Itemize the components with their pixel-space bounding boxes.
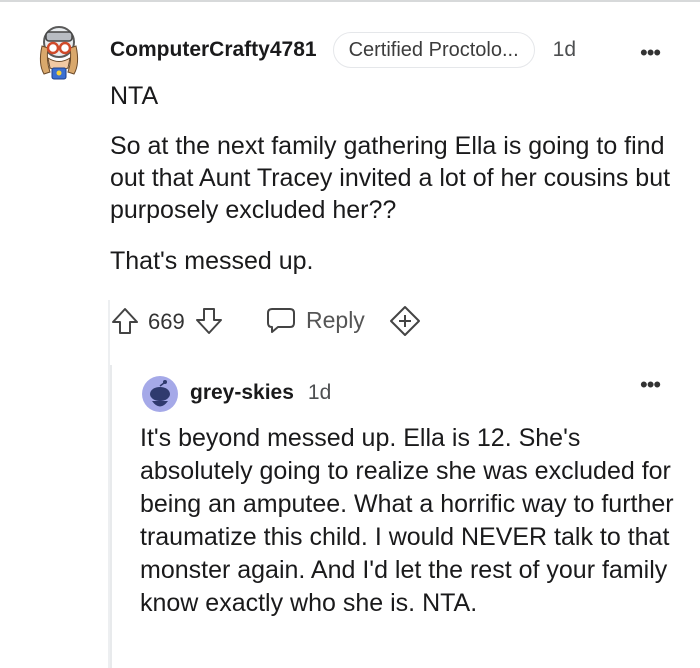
comment-timestamp[interactable]: 1d	[553, 38, 576, 62]
top-divider	[0, 0, 700, 2]
comment-paragraph: That's messed up.	[110, 247, 314, 275]
more-options-icon[interactable]: •••	[640, 372, 661, 398]
more-options-icon[interactable]: •••	[640, 40, 661, 66]
comment-paragraph: So at the next family gathering Ella is …	[110, 132, 671, 224]
arrow-down-icon[interactable]	[194, 306, 224, 336]
reply-body: It's beyond messed up. Ella is 12. She's…	[140, 424, 674, 617]
user-avatar[interactable]	[34, 24, 84, 80]
vote-count: 669	[148, 309, 185, 334]
reply-username[interactable]: grey-skies	[190, 381, 294, 405]
reply-avatar[interactable]	[142, 376, 178, 412]
speech-bubble-icon	[267, 308, 295, 333]
arrow-up-icon[interactable]	[110, 306, 140, 336]
comment-actions: 669 Reply	[108, 300, 448, 340]
user-flair: Certified Proctolo...	[332, 32, 535, 68]
comment-header: ComputerCrafty4781 Certified Proctolo...…	[110, 32, 690, 68]
reply-timestamp[interactable]: 1d	[308, 381, 331, 405]
comment-paragraph: NTA	[110, 82, 159, 110]
add-award-icon[interactable]	[388, 305, 422, 337]
reply-header: grey-skies 1d	[190, 378, 331, 408]
reply-label: Reply	[306, 306, 365, 333]
reply-button[interactable]: Reply	[266, 305, 365, 335]
comment-username[interactable]: ComputerCrafty4781	[110, 38, 317, 62]
reply-thread-line[interactable]	[110, 365, 112, 668]
